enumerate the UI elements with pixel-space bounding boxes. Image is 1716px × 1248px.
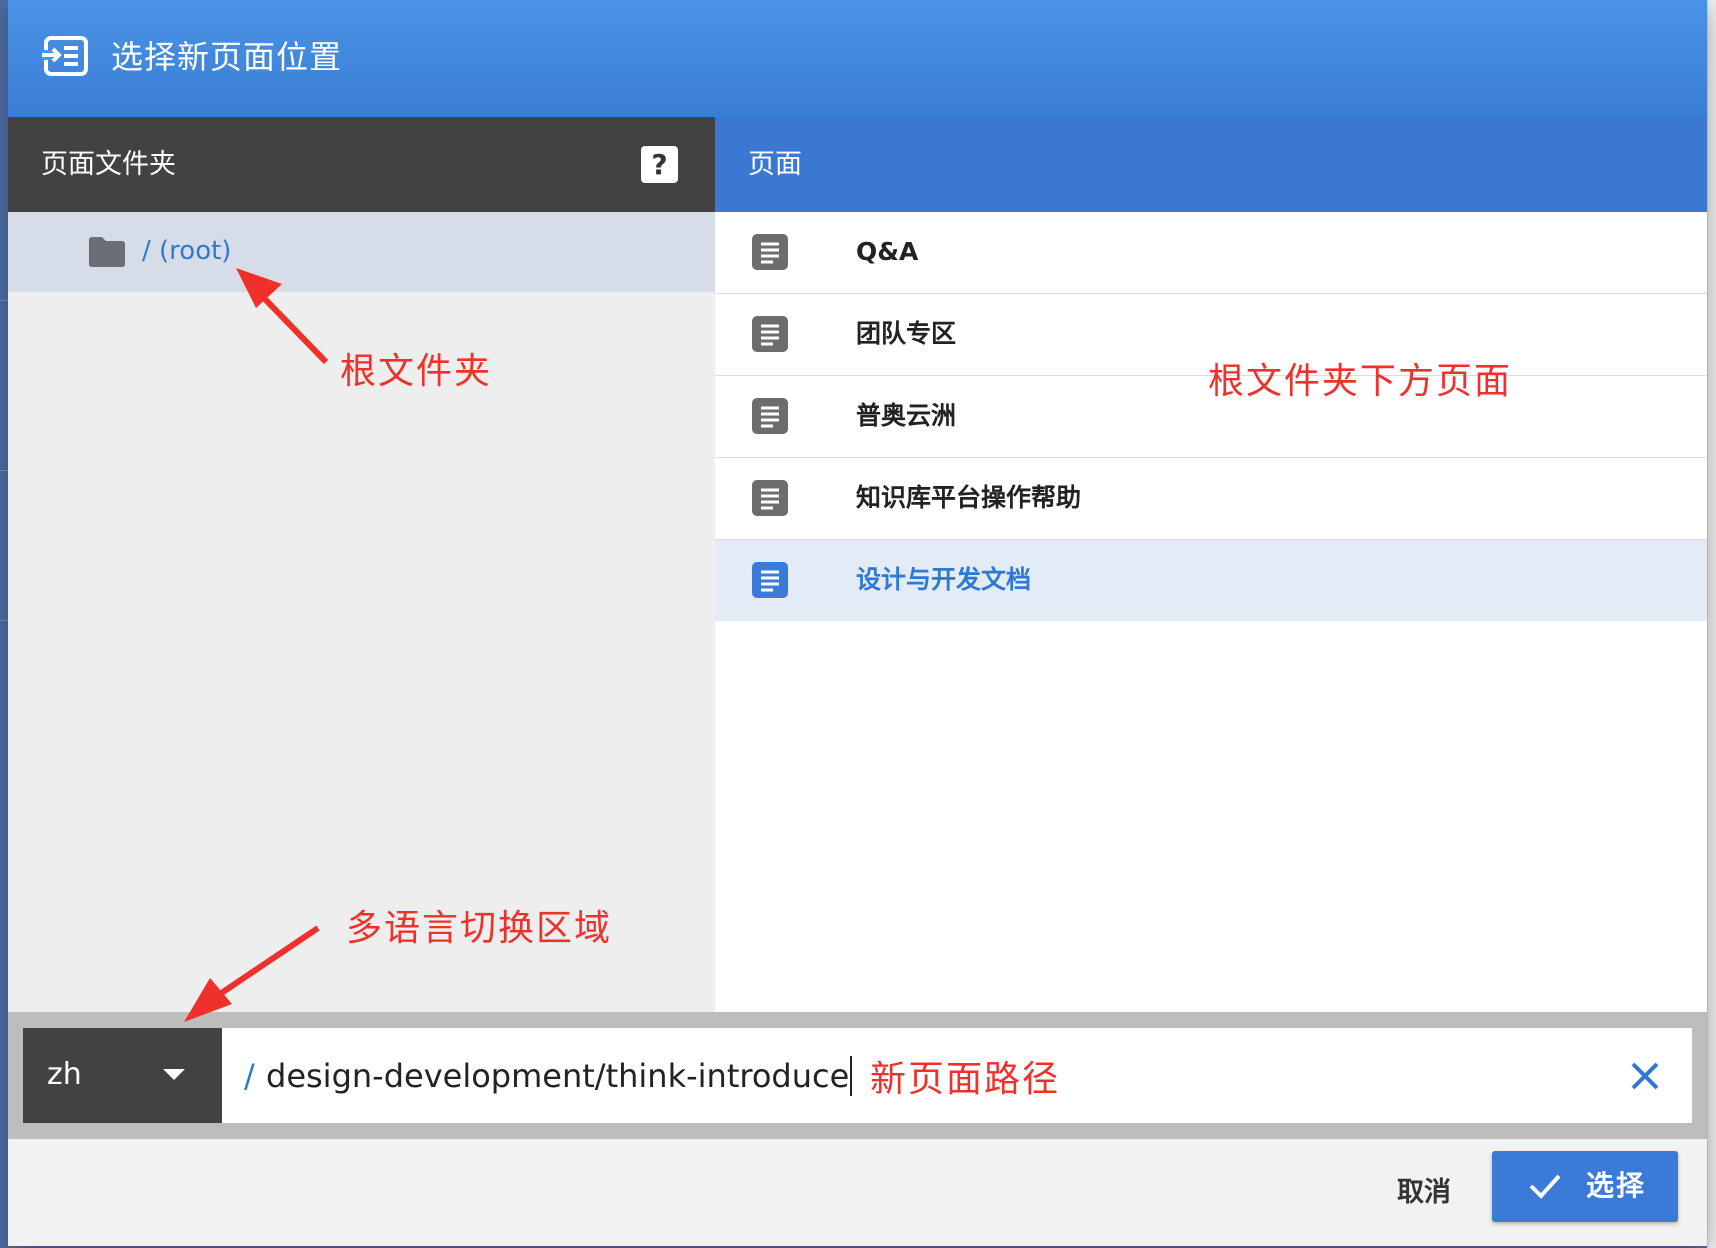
arrow-root-folder (236, 268, 329, 365)
annotation-language-switch: 多语言切换区域 (346, 908, 613, 949)
annotation-root-folder: 根文件夹 (340, 351, 493, 392)
arrow-language-switch (184, 925, 320, 1022)
annotation-arrows (184, 268, 329, 1022)
annotation-new-page-path: 新页面路径 (870, 1059, 1061, 1100)
annotation-pages-under-root: 根文件夹下方页面 (1208, 361, 1513, 402)
